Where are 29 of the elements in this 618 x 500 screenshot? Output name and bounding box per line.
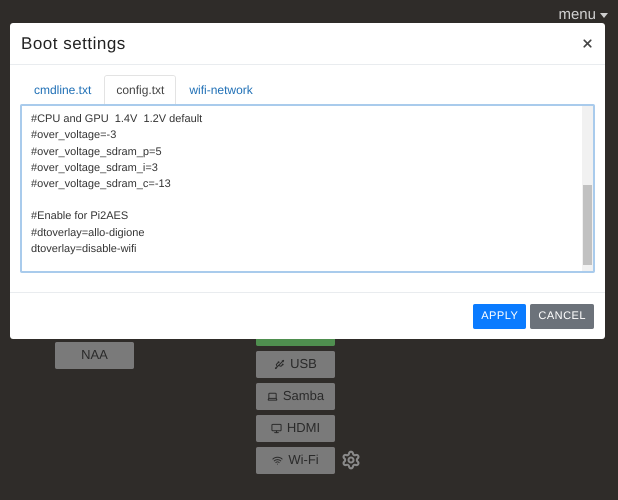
- tab[interactable]: wifi-network: [176, 75, 266, 104]
- laptop-icon: [266, 390, 278, 402]
- usb-icon: [274, 358, 286, 370]
- caret-icon: [600, 12, 608, 18]
- source-button[interactable]: Samba: [256, 382, 335, 410]
- code-line: #dtoverlay=allo-digione: [31, 226, 146, 241]
- code-line: #over_voltage_sdram_i=3: [31, 160, 159, 176]
- settings-icon[interactable]: [341, 450, 361, 470]
- menu-button[interactable]: menu: [558, 4, 608, 26]
- source-button[interactable]: Wi-Fi: [256, 446, 335, 474]
- cancel-button[interactable]: CANCEL: [530, 304, 594, 328]
- monitor-icon: [270, 422, 282, 434]
- code-line: #CPU and GPU 1.4V 1.2V default: [31, 112, 204, 127]
- config-editor[interactable]: #CPU and GPU 1.4V 1.2V default #over_voltage=-3 #over_voltage_sdram_p=5 #over_voltage_sdram_i=3 #over_voltage_sdram_c=-13 #Enable for Pi2AES #dtoverlay=allo-digione dtoverlay=disable-wifi: [20, 104, 595, 273]
- scrollbar[interactable]: [582, 106, 593, 271]
- code-line: #over_voltage=-3: [31, 128, 118, 144]
- close-icon[interactable]: [581, 37, 594, 50]
- tab[interactable]: cmdline.txt: [21, 75, 104, 104]
- naa-button[interactable]: NAA: [55, 342, 134, 368]
- source-button[interactable]: HDMI: [256, 414, 335, 442]
- code-line: #Enable for Pi2AES: [31, 209, 130, 224]
- source-button[interactable]: USB: [256, 350, 335, 378]
- tab[interactable]: config.txt: [104, 75, 176, 104]
- code-line: #over_voltage_sdram_c=-13: [31, 177, 172, 192]
- code-line: dtoverlay=disable-wifi: [31, 242, 138, 258]
- dialog-title: Boot settings: [21, 32, 126, 55]
- wifi-icon: [272, 454, 284, 466]
- apply-button[interactable]: APPLY: [473, 304, 526, 328]
- code-line: #over_voltage_sdram_p=5: [31, 144, 163, 160]
